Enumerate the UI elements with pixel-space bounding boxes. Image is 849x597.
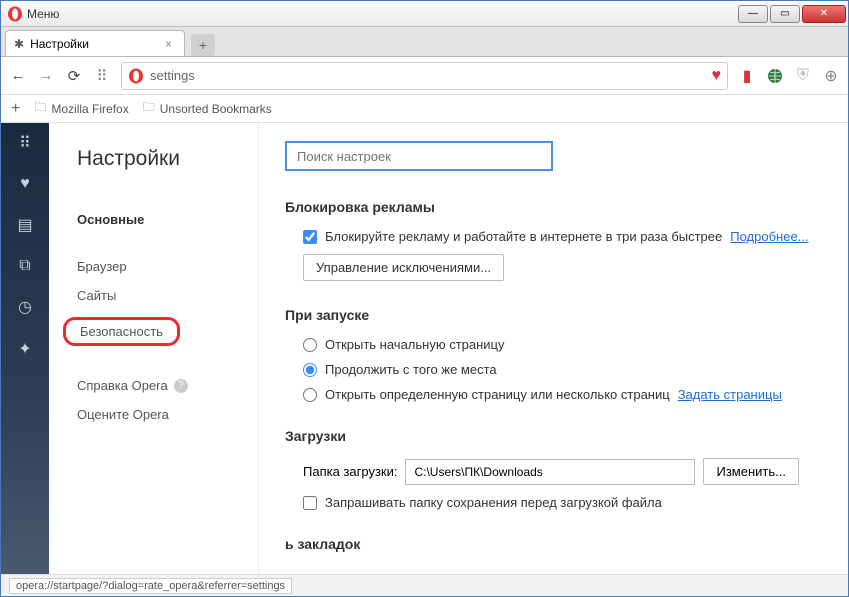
- adblock-checkbox[interactable]: [303, 230, 317, 244]
- folder-icon: 🗀: [34, 98, 46, 119]
- page-title: Настройки: [77, 147, 258, 171]
- section-bookmarks-bar: ь закладок: [285, 536, 822, 552]
- left-rail: ⠿ ♥ ▤ ⧉ ◷ ✦: [1, 123, 49, 576]
- adblock-checkbox-row[interactable]: Блокируйте рекламу и работайте в интерне…: [303, 229, 722, 244]
- rail-extensions-icon[interactable]: ✦: [18, 339, 31, 359]
- downloads-title: Загрузки: [285, 428, 822, 444]
- settings-search-input[interactable]: [285, 141, 553, 171]
- sidebar-item-security[interactable]: Безопасность: [77, 310, 258, 353]
- minimize-button[interactable]: —: [738, 5, 768, 23]
- tab-close-icon[interactable]: ×: [161, 37, 176, 51]
- folder-icon: 🗀: [143, 98, 155, 119]
- adblock-title: Блокировка рекламы: [285, 199, 822, 215]
- rail-news-icon[interactable]: ▤: [17, 215, 32, 235]
- download-icon[interactable]: ⊕: [822, 67, 840, 85]
- tab-bar: ✱ Настройки × +: [1, 27, 848, 57]
- shield-icon[interactable]: ⛨: [794, 67, 812, 85]
- section-downloads: Загрузки Папка загрузки: Изменить... Зап…: [285, 428, 822, 510]
- back-icon[interactable]: ←: [9, 67, 27, 84]
- main-area: ⠿ ♥ ▤ ⧉ ◷ ✦ Настройки Основные Браузер С…: [1, 123, 848, 576]
- bookmark-folder-unsorted[interactable]: 🗀 Unsorted Bookmarks: [143, 98, 272, 119]
- new-tab-button[interactable]: +: [191, 34, 215, 56]
- help-icon: ?: [174, 379, 188, 393]
- ask-folder-checkbox[interactable]: [303, 496, 317, 510]
- url-input[interactable]: [150, 68, 712, 83]
- ask-folder-checkbox-row[interactable]: Запрашивать папку сохранения перед загру…: [303, 495, 662, 510]
- forward-icon[interactable]: →: [37, 67, 55, 84]
- startup-opt2[interactable]: Продолжить с того же места: [303, 362, 497, 377]
- tab-settings[interactable]: ✱ Настройки ×: [5, 30, 185, 56]
- sidebar-item-help[interactable]: Справка Opera ?: [77, 371, 258, 400]
- rail-bookmarks-icon[interactable]: ♥: [20, 175, 30, 193]
- startup-opt3[interactable]: Открыть определенную страницу или нескол…: [303, 387, 670, 402]
- bookmarks-bar: + 🗀 Mozilla Firefox 🗀 Unsorted Bookmarks: [1, 95, 848, 123]
- address-bar[interactable]: ♥: [121, 62, 728, 90]
- opera-url-icon: [128, 68, 144, 84]
- navigation-bar: ← → ⟳ ⠿ ♥ ▮ ⛨ ⊕: [1, 57, 848, 95]
- window-titlebar: Меню — ▭ ✕: [1, 1, 848, 27]
- add-bookmark-icon[interactable]: +: [11, 100, 20, 118]
- vpn-globe-icon[interactable]: [766, 67, 784, 85]
- bookmark-folder-firefox[interactable]: 🗀 Mozilla Firefox: [34, 98, 128, 119]
- rail-history-icon[interactable]: ◷: [18, 297, 32, 317]
- sidebar-item-sites[interactable]: Сайты: [77, 281, 258, 310]
- reload-icon[interactable]: ⟳: [65, 67, 83, 85]
- change-folder-button[interactable]: Изменить...: [703, 458, 798, 485]
- settings-sidebar: Настройки Основные Браузер Сайты Безопас…: [49, 123, 259, 576]
- exceptions-button[interactable]: Управление исключениями...: [303, 254, 504, 281]
- menu-button[interactable]: Меню: [27, 7, 59, 21]
- set-pages-link[interactable]: Задать страницы: [678, 387, 782, 402]
- sidebar-toggle-icon[interactable]: ▮: [738, 67, 756, 85]
- sidebar-item-main[interactable]: Основные: [77, 205, 258, 234]
- adblock-more-link[interactable]: Подробнее...: [730, 229, 808, 244]
- startup-title: При запуске: [285, 307, 822, 323]
- status-bar: opera://startpage/?dialog=rate_opera&ref…: [1, 574, 848, 596]
- opera-logo-icon: [7, 6, 23, 22]
- rail-speeddial-icon[interactable]: ⠿: [19, 133, 31, 153]
- maximize-button[interactable]: ▭: [770, 5, 800, 23]
- sidebar-item-rate[interactable]: Оцените Opera: [77, 400, 258, 429]
- sidebar-item-browser[interactable]: Браузер: [77, 252, 258, 281]
- status-url: opera://startpage/?dialog=rate_opera&ref…: [9, 578, 292, 594]
- rail-tabs-icon[interactable]: ⧉: [19, 257, 30, 275]
- gear-icon: ✱: [14, 37, 24, 51]
- speed-dial-icon[interactable]: ⠿: [93, 67, 111, 85]
- tab-title: Настройки: [30, 37, 89, 51]
- security-highlight: Безопасность: [63, 317, 180, 346]
- heart-icon[interactable]: ♥: [712, 67, 722, 85]
- settings-content: Блокировка рекламы Блокируйте рекламу и …: [259, 123, 848, 576]
- section-startup: При запуске Открыть начальную страницу П…: [285, 307, 822, 402]
- section-adblock: Блокировка рекламы Блокируйте рекламу и …: [285, 199, 822, 281]
- downloads-label: Папка загрузки:: [303, 464, 397, 479]
- close-button[interactable]: ✕: [802, 5, 846, 23]
- downloads-path-input[interactable]: [405, 459, 695, 485]
- bookmarks-bar-title: ь закладок: [285, 536, 822, 552]
- startup-opt1[interactable]: Открыть начальную страницу: [303, 337, 505, 352]
